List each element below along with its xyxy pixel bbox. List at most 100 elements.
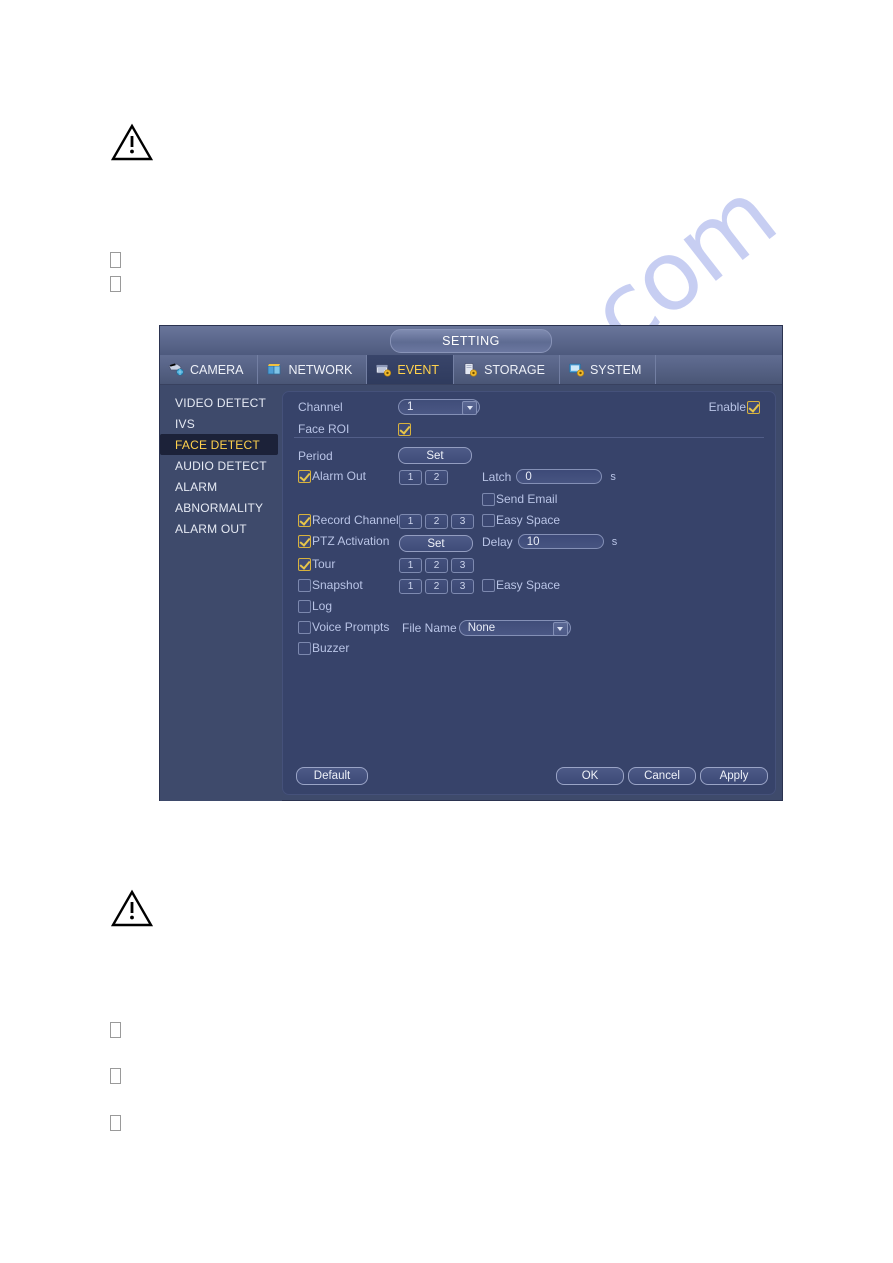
tour-chip[interactable]: 2 [425, 558, 448, 573]
warning-triangle-icon [110, 888, 154, 928]
tab-label: STORAGE [484, 362, 545, 377]
enable-checkbox[interactable] [747, 400, 760, 414]
sidebar-item-face-detect[interactable]: FACE DETECT [160, 434, 278, 455]
list-bullet [110, 252, 121, 271]
window-titlebar: SETTING [160, 326, 782, 355]
tab-system[interactable]: SYSTEM [560, 355, 657, 384]
snapshot-chip[interactable]: 1 [399, 579, 422, 594]
tab-event[interactable]: EVENT [367, 355, 455, 384]
setting-window: SETTING CAMERA NETWORK EVENT STORAGE SYS… [160, 326, 782, 801]
send-email-label: Send Email [496, 492, 558, 506]
sidebar-item-video-detect[interactable]: VIDEO DETECT [160, 392, 282, 413]
face-roi-checkbox[interactable] [398, 422, 411, 436]
window-title: SETTING [390, 329, 552, 353]
record-easy-space-checkbox[interactable] [482, 513, 495, 527]
record-channel-chip[interactable]: 1 [399, 514, 422, 529]
list-bullet [110, 1022, 121, 1041]
snapshot-easy-space-checkbox[interactable] [482, 578, 495, 592]
ptz-set-button[interactable]: Set [399, 535, 473, 552]
enable-label: Enable [708, 400, 746, 414]
network-icon [266, 362, 283, 377]
channel-label: Channel [298, 400, 343, 414]
document-page: manualslib.com SETTING [0, 0, 893, 1263]
snapshot-easy-space-label: Easy Space [496, 578, 561, 592]
tab-storage[interactable]: STORAGE [454, 355, 560, 384]
file-name-select[interactable]: None [458, 620, 571, 636]
storage-icon [462, 362, 479, 377]
send-email-checkbox[interactable] [482, 492, 495, 506]
tour-chip[interactable]: 3 [451, 558, 474, 573]
channel-value: 1 [407, 401, 414, 413]
event-icon [375, 362, 392, 377]
sidebar-item-label: ABNORMALITY [175, 500, 264, 515]
tab-network[interactable]: NETWORK [258, 355, 368, 384]
delay-input[interactable]: 10 [517, 534, 604, 549]
warning-triangle-icon [110, 122, 154, 162]
period-set-button[interactable]: Set [398, 447, 472, 464]
sidebar-item-label: FACE DETECT [175, 437, 260, 452]
tab-label: SYSTEM [589, 362, 642, 377]
sidebar-item-label: IVS [175, 416, 195, 431]
record-channel-chip[interactable]: 3 [451, 514, 474, 529]
tab-camera[interactable]: CAMERA [160, 355, 259, 384]
system-icon [568, 362, 585, 377]
chevron-down-icon[interactable] [552, 622, 568, 636]
sidebar-item-ivs[interactable]: IVS [160, 413, 282, 434]
log-label: Log [312, 599, 333, 613]
list-bullet [110, 1115, 121, 1134]
sidebar-item-label: AUDIO DETECT [175, 458, 267, 473]
ptz-activation-label: PTZ Activation [312, 534, 390, 548]
record-channel-checkbox[interactable] [298, 513, 311, 527]
sidebar-item-label: VIDEO DETECT [175, 395, 267, 410]
snapshot-label: Snapshot [312, 578, 363, 592]
section-divider [294, 437, 764, 438]
snapshot-chip[interactable]: 2 [425, 579, 448, 594]
cancel-button[interactable]: Cancel [628, 767, 696, 785]
camera-icon [168, 362, 185, 377]
latch-input[interactable]: 0 [516, 469, 603, 484]
chevron-down-icon[interactable] [462, 401, 477, 415]
delay-label: Delay [482, 534, 513, 549]
tour-chip[interactable]: 1 [399, 558, 422, 573]
log-checkbox[interactable] [298, 599, 311, 613]
alarm-out-chip[interactable]: 1 [399, 470, 422, 485]
ptz-activation-checkbox[interactable] [298, 534, 311, 548]
sidebar: VIDEO DETECT IVS FACE DETECT AUDIO DETEC… [160, 385, 282, 801]
tour-checkbox[interactable] [298, 557, 311, 571]
voice-prompts-label: Voice Prompts [312, 620, 390, 634]
settings-panel: Channel 1 Enable Face ROI Period Set Ala… [282, 391, 776, 795]
list-bullet [110, 276, 121, 295]
delay-unit: s [611, 535, 618, 548]
alarm-out-label: Alarm Out [312, 469, 367, 483]
record-channel-label: Record Channel [312, 513, 399, 527]
period-label: Period [298, 448, 333, 463]
voice-prompts-checkbox[interactable] [298, 620, 311, 634]
sidebar-item-audio-detect[interactable]: AUDIO DETECT [160, 455, 282, 476]
file-name-value: None [467, 622, 496, 634]
ok-button[interactable]: OK [556, 767, 624, 785]
tab-label: NETWORK [288, 362, 353, 377]
sidebar-item-alarm[interactable]: ALARM [160, 476, 282, 497]
snapshot-chip[interactable]: 3 [451, 579, 474, 594]
buzzer-checkbox[interactable] [298, 641, 311, 655]
buzzer-label: Buzzer [312, 641, 350, 655]
latch-unit: s [610, 470, 616, 483]
alarm-out-chip[interactable]: 2 [425, 470, 448, 485]
face-roi-label: Face ROI [298, 422, 350, 436]
sidebar-item-abnormality[interactable]: ABNORMALITY [160, 497, 282, 518]
sidebar-item-label: ALARM [175, 479, 218, 494]
file-name-label: File Name [402, 621, 457, 635]
list-bullet [110, 1068, 121, 1087]
apply-button[interactable]: Apply [700, 767, 768, 785]
tab-label: EVENT [397, 362, 440, 377]
snapshot-checkbox[interactable] [298, 578, 311, 592]
record-channel-chip[interactable]: 2 [425, 514, 448, 529]
tour-label: Tour [312, 557, 336, 571]
record-easy-space-label: Easy Space [496, 513, 561, 527]
tab-bar: CAMERA NETWORK EVENT STORAGE SYSTEM [160, 355, 782, 385]
default-button[interactable]: Default [296, 767, 368, 785]
tab-label: CAMERA [190, 362, 244, 377]
channel-select[interactable]: 1 [398, 399, 480, 415]
sidebar-item-alarm-out[interactable]: ALARM OUT [160, 518, 282, 539]
alarm-out-checkbox[interactable] [298, 469, 311, 483]
